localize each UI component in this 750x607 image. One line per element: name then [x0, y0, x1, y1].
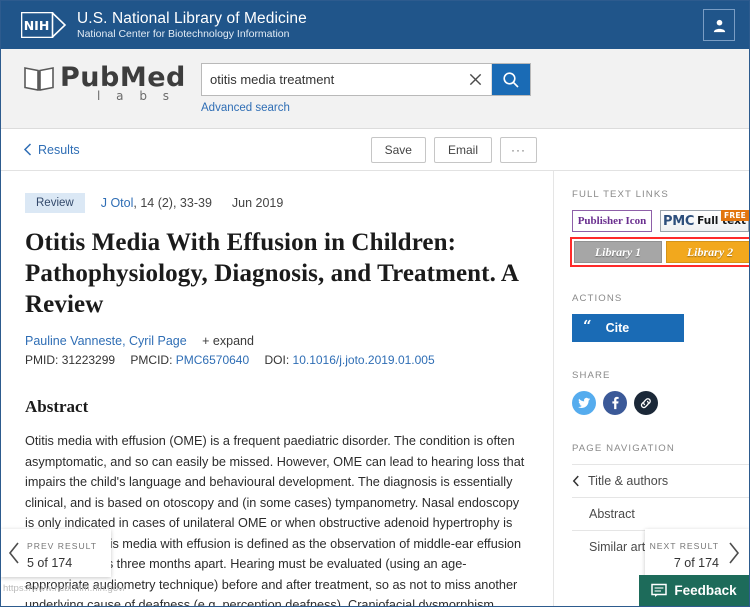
nav-item-label: Title & authors [588, 474, 669, 488]
advanced-search-link[interactable]: Advanced search [201, 102, 531, 114]
chevron-left-icon [572, 475, 580, 487]
quote-icon: “ [583, 317, 592, 335]
pmcid-label: PMCID: [130, 353, 173, 367]
nih-subtitle: National Center for Biotechnology Inform… [77, 27, 290, 40]
clear-search-button[interactable] [460, 64, 492, 95]
library-links-highlight: Library 1 Library 2 [570, 237, 749, 267]
nav-item-title-authors[interactable]: Title & authors [572, 464, 749, 497]
user-icon [713, 19, 725, 32]
chevron-left-icon [7, 541, 21, 565]
comment-icon [651, 583, 668, 597]
account-button[interactable] [703, 9, 735, 41]
prev-result-label: PREV RESULT [27, 541, 98, 551]
expand-authors-button[interactable]: + expand [202, 334, 254, 348]
svg-text:NIH: NIH [24, 18, 50, 33]
pmc-label: PMC [662, 213, 695, 229]
publisher-link-button[interactable]: Publisher Icon [572, 210, 652, 232]
nih-logo-icon: NIH [21, 12, 67, 38]
abstract-heading: Abstract [25, 397, 89, 416]
search-icon [503, 71, 519, 88]
pmcid-value[interactable]: PMC6570640 [176, 353, 249, 367]
chevron-left-icon [23, 143, 32, 156]
close-icon [469, 73, 482, 86]
link-icon [640, 398, 651, 409]
prev-result-count: 5 of 174 [27, 556, 73, 570]
journal-citation[interactable]: J Otol, 14 (2), 33-39 [101, 196, 212, 210]
article-identifiers: PMID: 31223299 PMCID: PMC6570640 DOI: 10… [25, 353, 529, 367]
search-header: PubMed l a b s otitis media treatment Ad… [1, 49, 749, 129]
cite-label: Cite [605, 321, 630, 335]
next-result-count: 7 of 174 [673, 556, 719, 570]
results-action-bar: Results Save Email ··· [1, 129, 749, 171]
nih-title: U.S. National Library of Medicine [77, 9, 307, 27]
actions-label: ACTIONS [572, 293, 623, 304]
article-meta-row: Review J Otol, 14 (2), 33-39 Jun 2019 [25, 193, 529, 213]
page-title: Otitis Media With Effusion in Children: … [25, 229, 518, 318]
share-label: SHARE [572, 370, 611, 381]
search-input[interactable] [202, 64, 460, 95]
status-bar-url: https://www.ncbi.nlm.nih.gov/ [3, 583, 126, 594]
chevron-right-icon [727, 541, 741, 565]
journal-name: J Otol [100, 196, 134, 210]
nav-item-abstract[interactable]: Abstract [572, 497, 749, 530]
actions-section: ACTIONS “ Cite [572, 293, 749, 342]
nih-logo[interactable]: NIH U.S. National Library of Medicine Na… [21, 10, 307, 41]
twitter-icon [577, 397, 591, 408]
publication-date: Jun 2019 [231, 196, 284, 210]
authors-row: Pauline Vanneste, Cyril Page + expand [25, 334, 529, 348]
full-text-links-row: Publisher Icon PMC Full text FREE [572, 210, 749, 232]
search-submit-button[interactable] [492, 64, 530, 95]
prev-result-button[interactable]: PREV RESULT 5 of 174 [1, 529, 111, 577]
cite-button[interactable]: “ Cite [572, 314, 684, 342]
free-badge: FREE [721, 210, 749, 221]
pmc-full-text-button[interactable]: PMC Full text FREE [659, 210, 749, 232]
more-actions-button[interactable]: ··· [500, 136, 537, 163]
prev-result-text: PREV RESULT 5 of 174 [27, 536, 97, 570]
facebook-icon [612, 396, 619, 410]
back-to-results-link[interactable]: Results [23, 143, 80, 157]
feedback-button[interactable]: Feedback [639, 575, 749, 606]
nih-header-bar: NIH U.S. National Library of Medicine Na… [1, 1, 749, 49]
share-icons-row [572, 391, 749, 415]
author-list[interactable]: Pauline Vanneste, Cyril Page [25, 334, 187, 348]
journal-volume-pages: , 14 (2), 33-39 [133, 196, 212, 210]
abstract-text: Otitis media with effusion (OME) is a fr… [25, 434, 525, 607]
pubmed-labs-label: l a b s [97, 89, 175, 103]
page-navigation-label: PAGE NAVIGATION [572, 443, 675, 454]
save-button[interactable]: Save [370, 136, 426, 163]
next-result-label: NEXT RESULT [649, 541, 719, 551]
permalink-share-button[interactable] [634, 391, 658, 415]
pubmed-article-page: NIH U.S. National Library of Medicine Na… [0, 0, 750, 607]
search-box [201, 63, 531, 96]
publication-type-badge: Review [25, 193, 85, 213]
feedback-label: Feedback [674, 583, 737, 598]
doi-label: DOI: [264, 353, 290, 367]
next-result-button[interactable]: NEXT RESULT 7 of 174 [645, 529, 749, 577]
content-columns: Review J Otol, 14 (2), 33-39 Jun 2019 Ot… [1, 171, 749, 607]
facebook-share-button[interactable] [603, 391, 627, 415]
next-result-text: NEXT RESULT 7 of 174 [650, 536, 719, 570]
nav-item-label: Abstract [589, 507, 635, 521]
pmid-value: 31223299 [61, 353, 116, 367]
library-1-link[interactable]: Library 1 [574, 241, 662, 263]
search-area: Advanced search [201, 63, 531, 114]
back-to-results-label: Results [38, 142, 80, 157]
pmid-label: PMID: [25, 353, 59, 367]
twitter-share-button[interactable] [572, 391, 596, 415]
article-action-buttons: Save Email ··· [370, 136, 537, 163]
email-button[interactable]: Email [433, 136, 492, 163]
share-section: SHARE [572, 370, 749, 415]
doi-value[interactable]: 10.1016/j.joto.2019.01.005 [293, 353, 435, 367]
pubmed-logo[interactable]: PubMed l a b s [23, 63, 193, 103]
library-2-link[interactable]: Library 2 [666, 241, 749, 263]
full-text-links-label: FULL TEXT LINKS [572, 189, 669, 200]
